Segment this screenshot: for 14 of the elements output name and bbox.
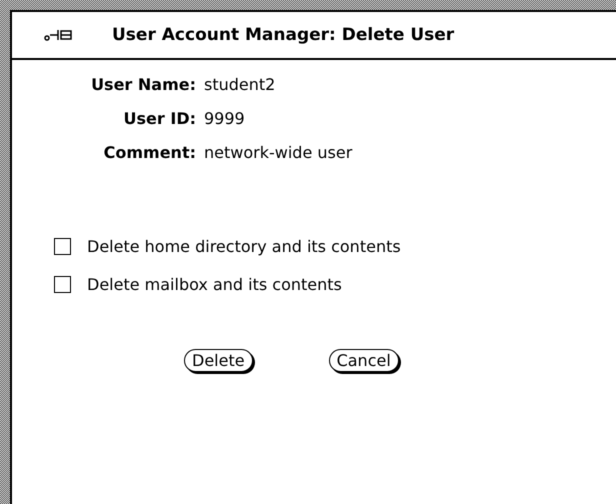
dialog-button[interactable]: Cancel bbox=[328, 349, 399, 372]
field-value: 9999 bbox=[204, 109, 246, 128]
checkbox-label: Delete home directory and its contents bbox=[87, 237, 401, 256]
field-label: User Name: bbox=[90, 75, 196, 94]
checkbox-label: Delete mailbox and its contents bbox=[87, 275, 342, 294]
field-value: student2 bbox=[204, 75, 276, 94]
field-label: User ID: bbox=[122, 109, 196, 128]
field-label: Comment: bbox=[102, 143, 196, 162]
pushpin-icon[interactable] bbox=[44, 27, 74, 43]
checkbox[interactable] bbox=[54, 276, 71, 293]
dialog-button[interactable]: Delete bbox=[184, 349, 253, 372]
window-title: User Account Manager: Delete User bbox=[112, 25, 454, 45]
checkbox[interactable] bbox=[54, 238, 71, 255]
field-value: network-wide user bbox=[204, 143, 354, 162]
